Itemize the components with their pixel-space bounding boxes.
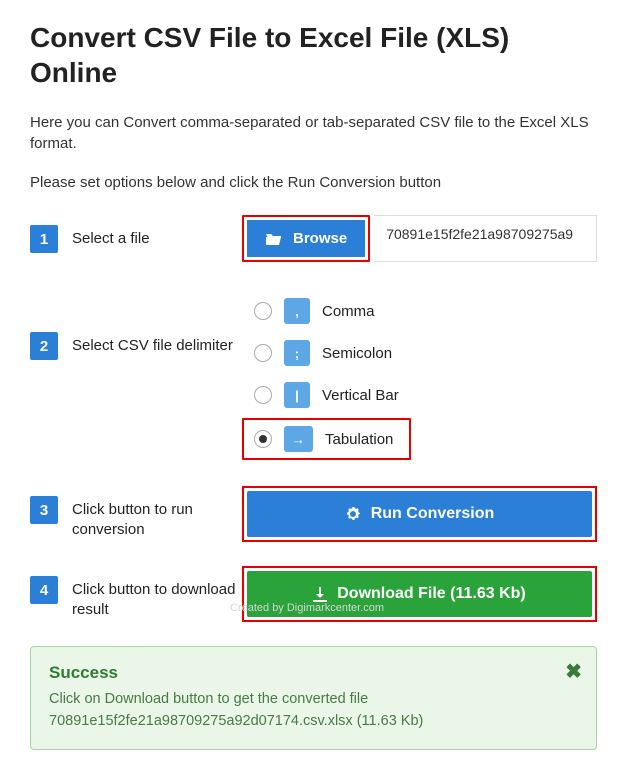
delimiter-option-tab[interactable]: → Tabulation — [242, 418, 411, 460]
browse-button[interactable]: Browse — [247, 220, 365, 257]
step-download: 4 Click button to download result Downlo… — [30, 566, 597, 622]
run-conversion-button[interactable]: Run Conversion — [247, 491, 592, 537]
radio-icon[interactable] — [254, 302, 272, 320]
download-button[interactable]: Download File (11.63 Kb) — [247, 571, 592, 617]
delimiter-name: Tabulation — [325, 431, 393, 448]
step-label: Select a file — [72, 215, 242, 249]
step-label: Click button to download result — [72, 566, 242, 619]
delimiter-symbol: | — [284, 382, 310, 408]
delimiter-option-vbar[interactable]: | Vertical Bar — [242, 374, 597, 416]
intro-text: Here you can Convert comma-separated or … — [30, 112, 597, 154]
page-title: Convert CSV File to Excel File (XLS) Onl… — [30, 20, 597, 90]
delimiter-symbol: , — [284, 298, 310, 324]
delimiter-name: Semicolon — [322, 345, 392, 362]
step-run: 3 Click button to run conversion Run Con… — [30, 486, 597, 542]
success-title: Success — [49, 663, 578, 683]
step-select-file: 1 Select a file Browse 70891e15f2fe21a98… — [30, 215, 597, 262]
radio-icon[interactable] — [254, 430, 272, 448]
delimiter-symbol: ; — [284, 340, 310, 366]
browse-label: Browse — [293, 230, 347, 247]
gear-icon — [345, 506, 361, 522]
step-number: 3 — [30, 496, 58, 524]
delimiter-option-comma[interactable]: , Comma — [242, 290, 597, 332]
radio-icon[interactable] — [254, 344, 272, 362]
delimiter-name: Comma — [322, 303, 375, 320]
radio-icon[interactable] — [254, 386, 272, 404]
step-number: 4 — [30, 576, 58, 604]
download-icon — [313, 587, 327, 602]
download-label: Download File (11.63 Kb) — [337, 585, 525, 603]
run-label: Run Conversion — [371, 505, 495, 523]
success-alert: ✖ Success Click on Download button to ge… — [30, 646, 597, 750]
step-delimiter: 2 Select CSV file delimiter , Comma ; Se… — [30, 286, 597, 462]
filename-display: 70891e15f2fe21a98709275a9 — [374, 215, 597, 262]
close-icon[interactable]: ✖ — [565, 659, 582, 684]
step-number: 2 — [30, 332, 58, 360]
folder-open-icon — [265, 232, 283, 246]
delimiter-option-semicolon[interactable]: ; Semicolon — [242, 332, 597, 374]
instruction-text: Please set options below and click the R… — [30, 174, 597, 191]
success-message: Click on Download button to get the conv… — [49, 689, 578, 733]
delimiter-symbol: → — [284, 426, 313, 452]
delimiter-name: Vertical Bar — [322, 387, 399, 404]
step-label: Select CSV file delimiter — [72, 286, 242, 356]
step-label: Click button to run conversion — [72, 486, 242, 539]
step-number: 1 — [30, 225, 58, 253]
